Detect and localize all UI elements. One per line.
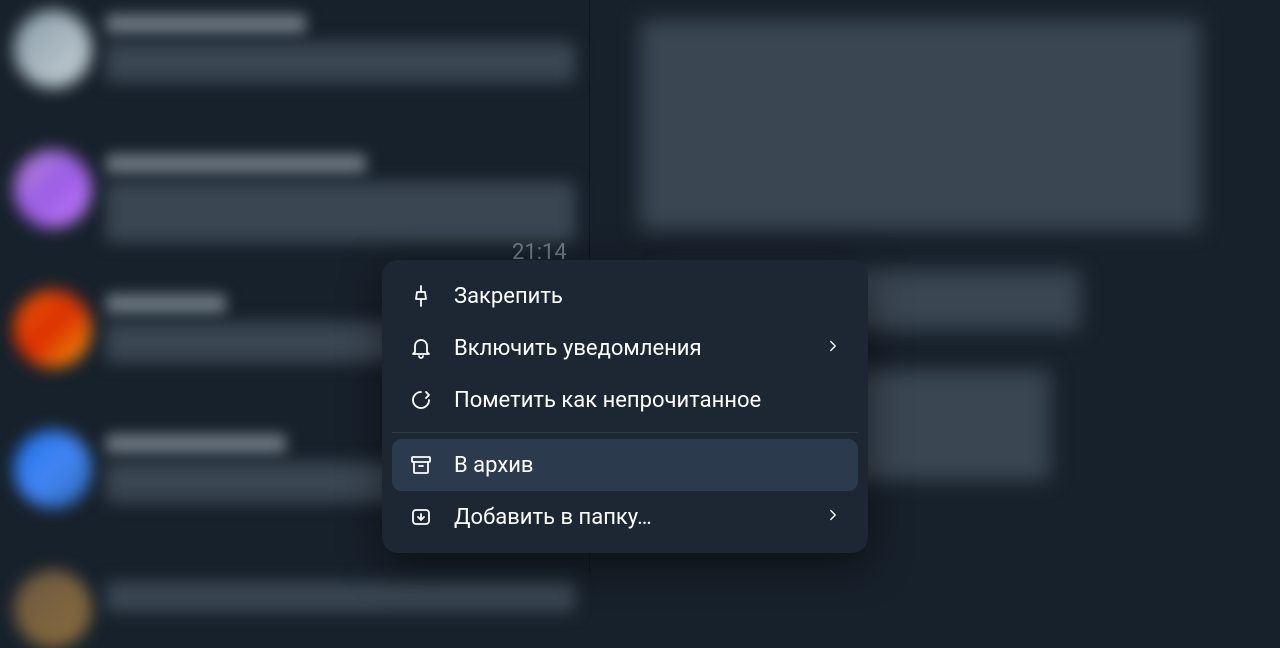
- menu-item-label: В архив: [454, 453, 842, 478]
- chat-preview-blurred: [106, 182, 575, 242]
- chat-unread-icon: [408, 387, 434, 413]
- menu-divider: [392, 432, 858, 433]
- menu-item-label: Включить уведомления: [454, 336, 804, 361]
- chat-item[interactable]: [0, 0, 589, 140]
- chat-preview-blurred: [106, 42, 575, 82]
- menu-item-label: Пометить как непрочитанное: [454, 388, 842, 413]
- chevron-right-icon: [824, 336, 842, 361]
- chat-name-blurred: [106, 294, 226, 314]
- chat-name-blurred: [106, 154, 366, 174]
- menu-item-add-to-folder[interactable]: Добавить в папку…: [392, 491, 858, 543]
- folder-add-icon: [408, 504, 434, 530]
- message-blurred: [640, 20, 1200, 230]
- pin-icon: [408, 283, 434, 309]
- avatar: [14, 570, 92, 648]
- menu-item-pin[interactable]: Закрепить: [392, 270, 858, 322]
- menu-item-mark-unread[interactable]: Пометить как непрочитанное: [392, 374, 858, 426]
- chat-context-menu: Закрепить Включить уведомления Пометить …: [382, 260, 868, 553]
- chat-name-blurred: [106, 14, 306, 34]
- chat-item[interactable]: [0, 140, 589, 280]
- archive-icon: [408, 452, 434, 478]
- avatar: [14, 290, 92, 368]
- avatar: [14, 430, 92, 508]
- menu-item-notifications[interactable]: Включить уведомления: [392, 322, 858, 374]
- menu-item-label: Добавить в папку…: [454, 505, 804, 530]
- avatar: [14, 150, 92, 228]
- chat-preview-blurred: [106, 582, 575, 612]
- avatar: [14, 10, 92, 88]
- menu-item-archive[interactable]: В архив: [392, 439, 858, 491]
- chevron-right-icon: [824, 505, 842, 530]
- chat-name-blurred: [106, 434, 286, 454]
- bell-icon: [408, 335, 434, 361]
- chat-item[interactable]: [0, 560, 589, 640]
- menu-item-label: Закрепить: [454, 284, 842, 309]
